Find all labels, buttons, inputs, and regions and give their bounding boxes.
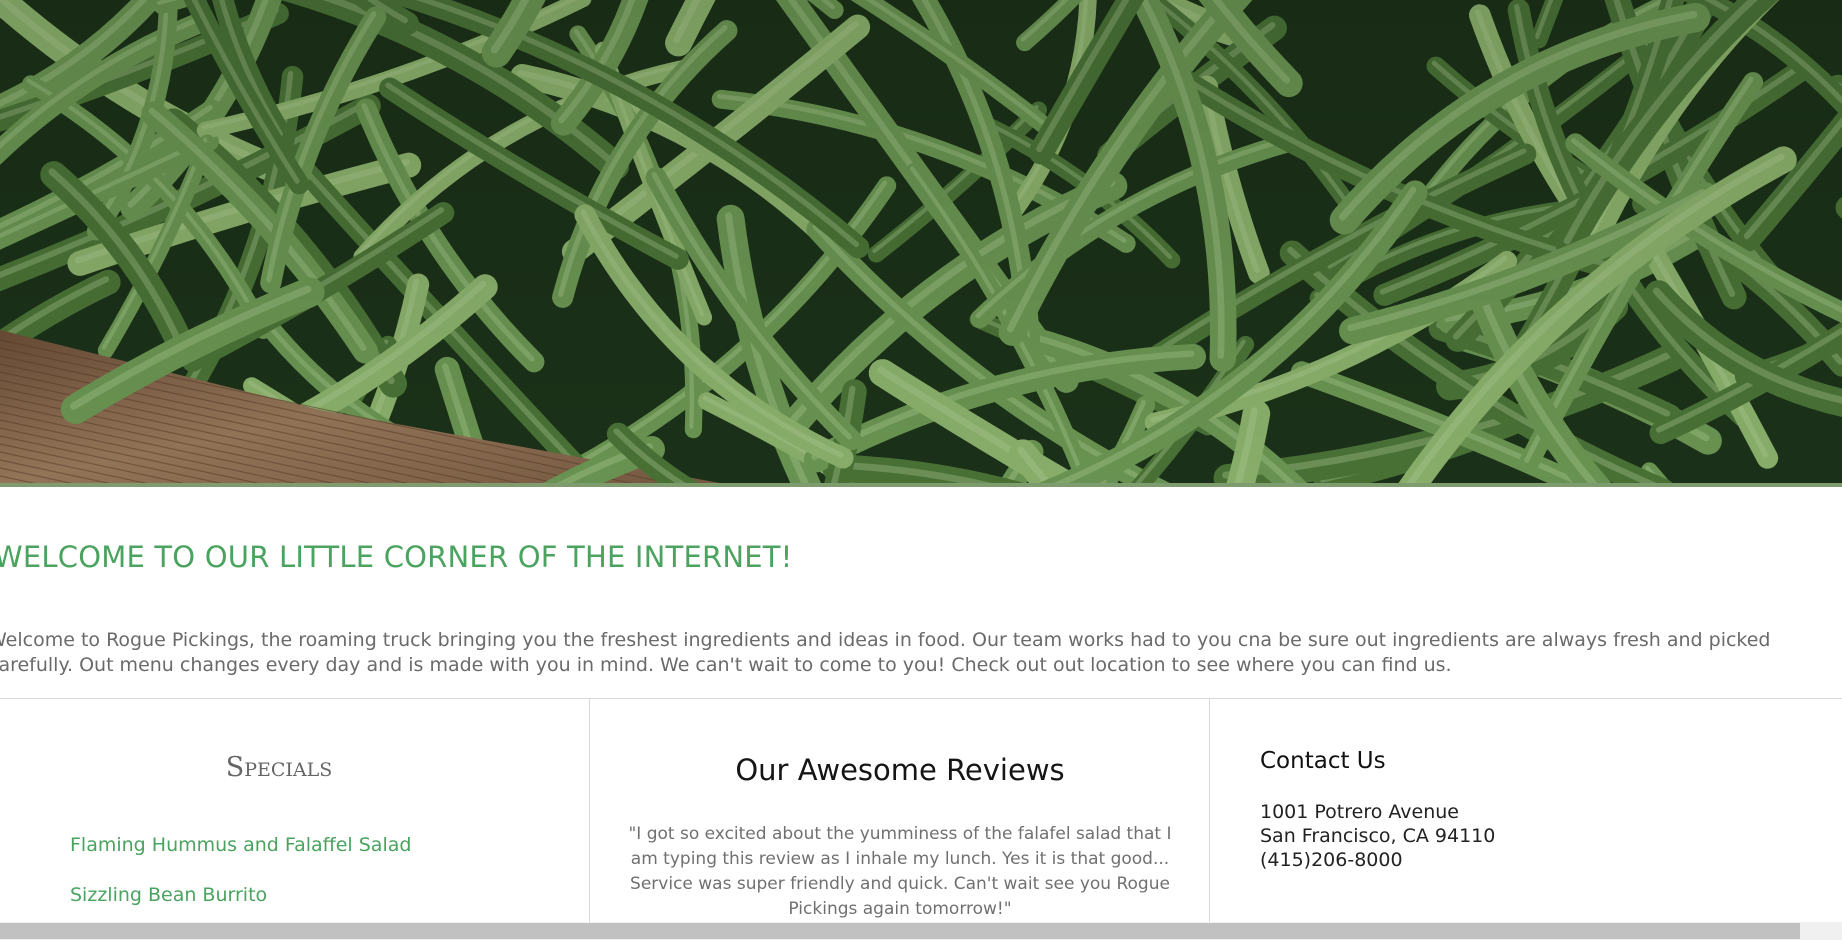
contact-city: San Francisco, CA 94110 <box>1260 825 1496 847</box>
column-divider-2 <box>1209 698 1210 923</box>
special-item-bean-burrito[interactable]: Sizzling Bean Burrito <box>70 884 267 906</box>
reviews-heading: Our Awesome Reviews <box>735 753 1065 787</box>
welcome-paragraph-line-2: carefully. Out menu changes every day an… <box>0 654 1452 676</box>
review-quote: "I got so excited about the yumminess of… <box>628 824 1172 919</box>
page: WELCOME TO OUR LITTLE CORNER OF THE INTE… <box>0 0 1842 940</box>
contact-heading: Contact Us <box>1260 748 1386 774</box>
columns-top-divider <box>0 698 1842 699</box>
horizontal-scrollbar[interactable] <box>0 922 1842 940</box>
hero-image-green-beans <box>0 0 1842 483</box>
contact-address: 1001 Potrero Avenue San Francisco, CA 94… <box>1260 800 1495 872</box>
welcome-paragraph-line-1: Welcome to Rogue Pickings, the roaming t… <box>0 629 1771 651</box>
hero-divider <box>0 483 1842 487</box>
column-divider-1 <box>589 698 590 923</box>
green-beans-photo <box>0 0 1842 483</box>
welcome-title: WELCOME TO OUR LITTLE CORNER OF THE INTE… <box>0 540 793 574</box>
specials-heading: Specials <box>225 752 333 783</box>
contact-street: 1001 Potrero Avenue <box>1260 801 1459 823</box>
contact-phone: (415)206-8000 <box>1260 849 1403 871</box>
welcome-paragraph: Welcome to Rogue Pickings, the roaming t… <box>0 628 1842 678</box>
special-item-hummus-falafel-salad[interactable]: Flaming Hummus and Falaffel Salad <box>70 834 411 856</box>
horizontal-scrollbar-thumb[interactable] <box>0 923 1800 939</box>
